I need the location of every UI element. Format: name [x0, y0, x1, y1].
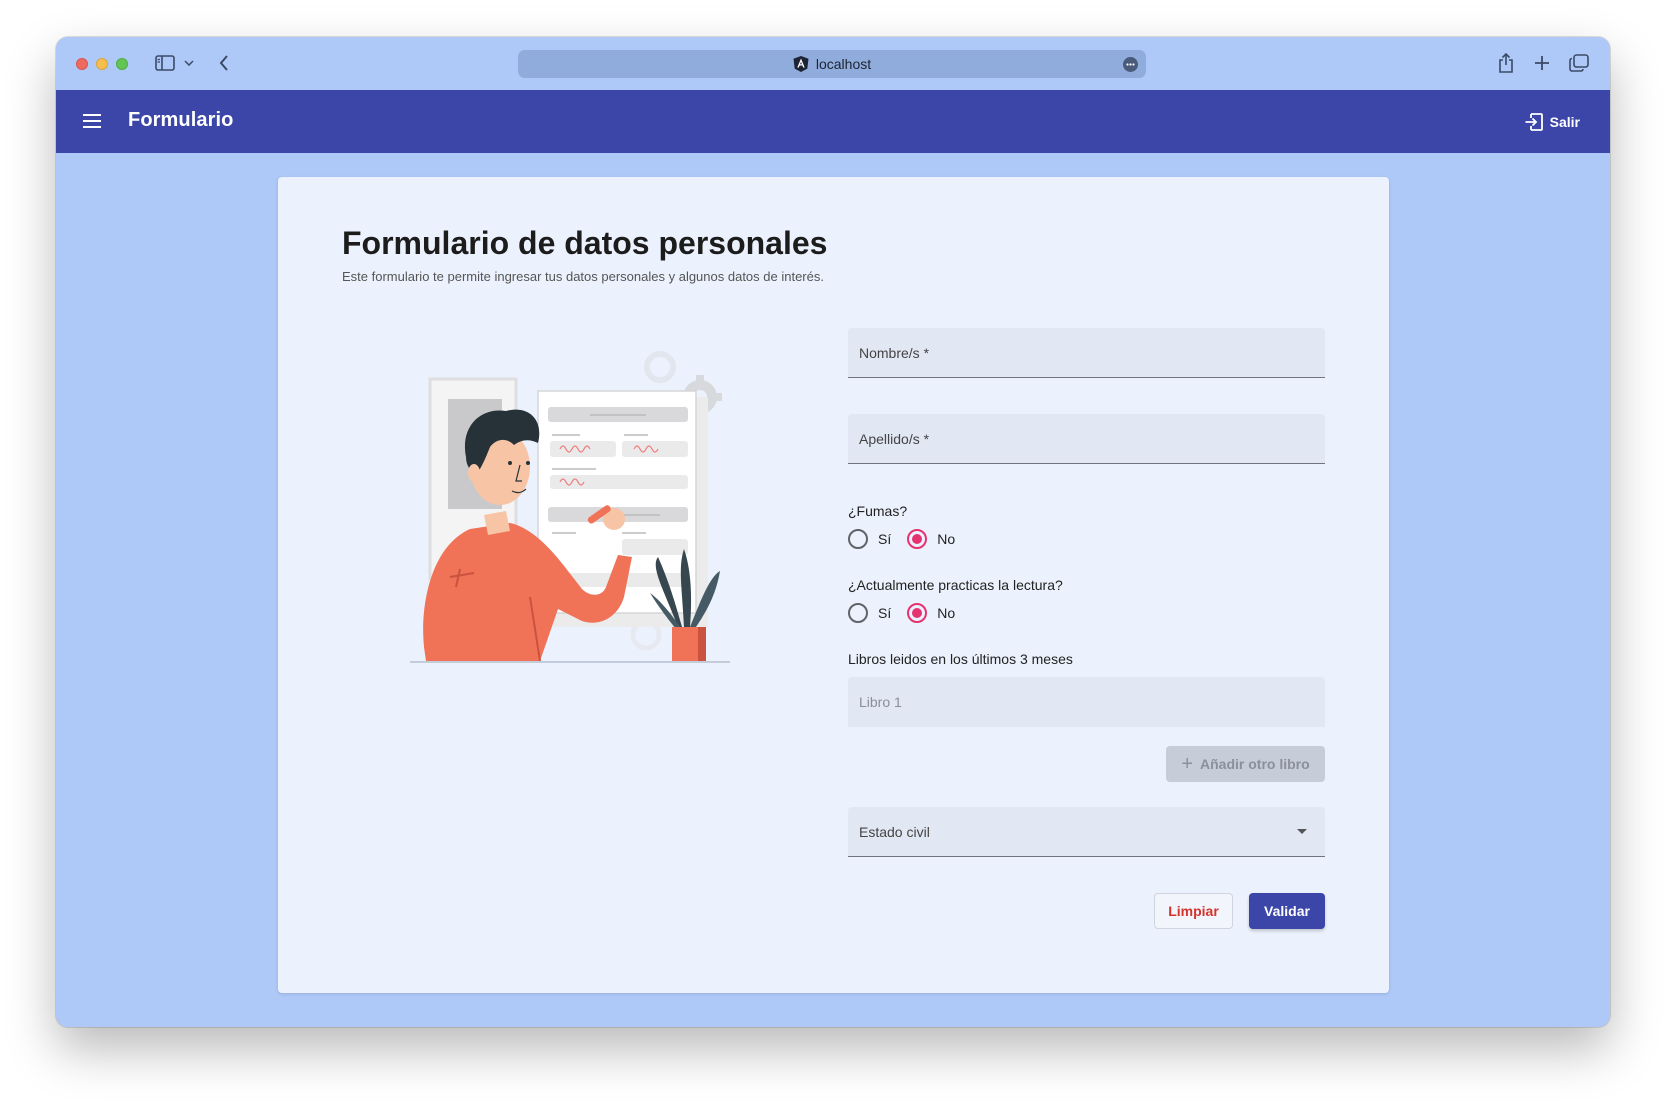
add-book-button[interactable]: + Añadir otro libro [1166, 746, 1325, 782]
form-card: Formulario de datos personales Este form… [278, 177, 1389, 993]
validate-button[interactable]: Validar [1249, 893, 1325, 929]
browser-window: localhost Formulario Salir Formulario de… [56, 37, 1610, 1027]
url-text: localhost [815, 56, 872, 72]
fumas-si-radio[interactable]: Sí [848, 529, 891, 549]
tab-overview-icon[interactable] [1568, 51, 1590, 75]
close-window-button[interactable] [76, 58, 88, 70]
radio-label: Sí [878, 531, 892, 547]
libro-1-input[interactable]: Libro 1 [848, 677, 1325, 727]
radio-label: Sí [878, 605, 892, 621]
radio-checked-icon [907, 529, 928, 549]
page-title: Formulario de datos personales [342, 225, 828, 261]
angular-logo-icon [793, 56, 809, 72]
menu-icon[interactable] [82, 112, 102, 130]
radio-label: No [937, 605, 956, 621]
plus-icon: + [1181, 753, 1193, 775]
radio-checked-icon [907, 603, 928, 623]
fumas-question: ¿Fumas? [848, 503, 908, 519]
share-icon[interactable] [1496, 51, 1516, 75]
logout-button[interactable]: Salir [1524, 110, 1580, 134]
chevron-down-icon[interactable] [182, 51, 196, 75]
radio-unchecked-icon [848, 603, 868, 623]
radio-unchecked-icon [848, 529, 868, 549]
address-bar[interactable]: localhost [518, 50, 1146, 78]
app-title: Formulario [128, 109, 234, 131]
app-toolbar: Formulario Salir [56, 90, 1610, 153]
apellido-field[interactable]: Apellido/s * [848, 414, 1325, 464]
page-subtitle: Este formulario te permite ingresar tus … [342, 269, 824, 284]
zoom-window-button[interactable] [116, 58, 128, 70]
person-filling-form-illustration [410, 351, 730, 663]
back-arrow-icon[interactable] [214, 51, 234, 75]
logout-label: Salir [1549, 114, 1580, 130]
radio-label: No [937, 531, 956, 547]
clear-button[interactable]: Limpiar [1154, 893, 1233, 929]
nombre-label: Nombre/s * [859, 345, 930, 361]
dropdown-arrow-icon [1297, 829, 1307, 834]
nombre-field[interactable]: Nombre/s * [848, 328, 1325, 378]
more-options-icon[interactable] [1123, 57, 1138, 72]
estado-civil-select[interactable]: Estado civil [848, 807, 1325, 857]
logout-icon [1525, 113, 1543, 131]
minimize-window-button[interactable] [96, 58, 108, 70]
browser-toolbar: localhost [56, 37, 1610, 90]
libros-label: Libros leidos en los últimos 3 meses [848, 651, 1073, 667]
lectura-si-radio[interactable]: Sí [848, 603, 891, 623]
fumas-no-radio[interactable]: No [907, 529, 955, 549]
lectura-question: ¿Actualmente practicas la lectura? [848, 577, 1063, 593]
estado-civil-label: Estado civil [859, 824, 930, 840]
sidebar-toggle-icon[interactable] [152, 51, 178, 75]
new-tab-icon[interactable] [1532, 51, 1552, 75]
add-book-label: Añadir otro libro [1200, 756, 1310, 772]
libro-placeholder: Libro 1 [859, 694, 902, 710]
apellido-label: Apellido/s * [859, 431, 930, 447]
fumas-radio-group: Sí No [848, 529, 971, 549]
lectura-no-radio[interactable]: No [907, 603, 955, 623]
lectura-radio-group: Sí No [848, 603, 971, 623]
